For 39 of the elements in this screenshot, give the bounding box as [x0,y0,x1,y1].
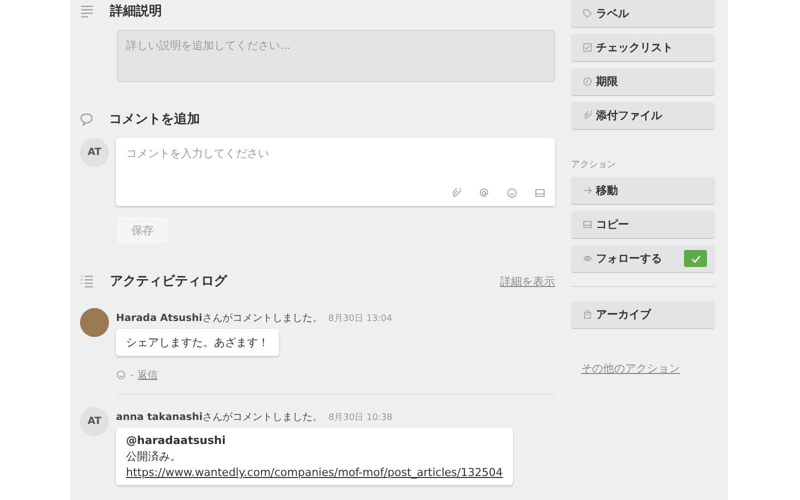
photo-placeholder [80,308,109,337]
activity-header: anna takanashiさんがコメントしました。 8月30日 10:38 [116,411,394,424]
archive-icon [583,310,592,319]
mention-text: @haradaatsushi [126,434,227,447]
sidebar-button[interactable]: 期限 [571,68,715,95]
smiley-icon [507,188,517,198]
sidebar-button[interactable]: コピー [571,211,715,238]
comment-text: シェアしますた。あざます！ [126,335,269,350]
sidebar-button[interactable]: 添付ファイル [571,102,715,129]
separator-text: - [130,370,134,380]
section-label: アクション [571,159,617,171]
list-icon [80,274,94,288]
checkbox-icon [583,43,592,52]
url-link[interactable]: https://www.wantedly.com/companies/mof-mof/post_articles/132504 [126,466,503,479]
reaction-icon [116,370,126,380]
paperclip-icon [583,111,592,120]
section-title: コメントを追加 [109,111,200,128]
section-title: 詳細説明 [110,3,162,20]
comment-text: 公開済み。 [126,449,182,464]
sidebar-button[interactable]: フォローする [571,245,715,272]
sidebar-button[interactable]: チェックリスト [571,34,715,61]
user-avatar: AT [80,138,109,167]
arrow-icon [583,186,592,195]
card-icon [583,220,592,229]
tag-icon [583,9,592,18]
clock-icon [583,77,592,86]
card-icon [535,188,545,198]
sidebar-button[interactable]: アーカイブ [571,301,715,328]
activity-header: Harada Atsushiさんがコメントしました。 8月30日 13:04 [116,312,394,325]
eye-icon [583,254,592,263]
at-sign-icon [479,188,489,198]
user-avatar: AT [80,407,109,436]
section-title: アクティビティログ [110,273,227,290]
lines-icon [80,4,94,18]
paperclip-icon [451,188,461,198]
speech-bubble-icon [80,112,93,126]
sidebar-button[interactable]: ラベル [571,0,715,27]
comment-placeholder: コメントを入力してください [126,146,270,161]
sidebar-button[interactable]: 移動 [571,177,715,204]
